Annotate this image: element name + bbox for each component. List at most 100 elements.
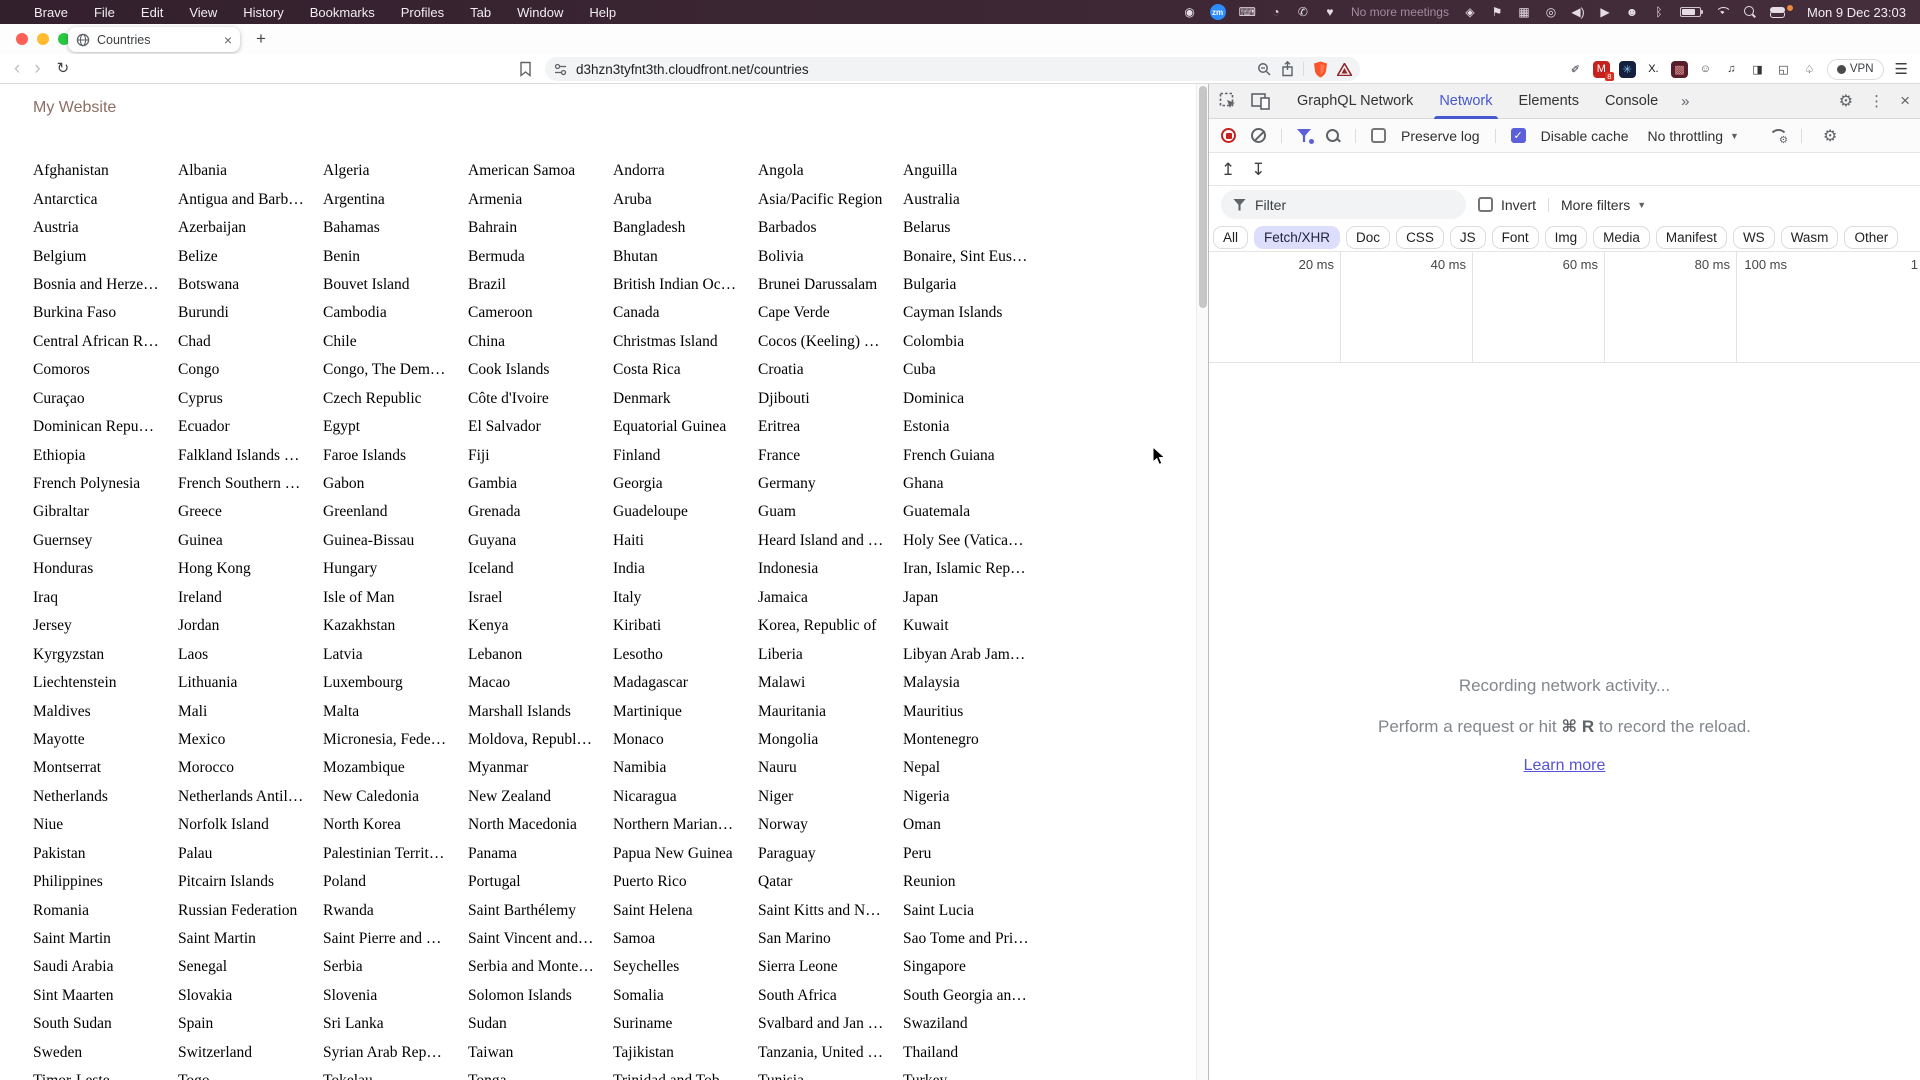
request-type-chip[interactable]: Other xyxy=(1844,225,1899,249)
request-type-chip[interactable]: Media xyxy=(1593,225,1650,249)
close-window-button[interactable] xyxy=(16,33,28,45)
menubar-item[interactable]: Brave xyxy=(34,5,68,20)
page-scrollbar-thumb[interactable] xyxy=(1199,86,1207,308)
menubar-status-icon[interactable]: ᛒ xyxy=(1652,4,1666,20)
import-har-icon[interactable]: ↥ xyxy=(1221,161,1235,178)
menubar-item[interactable]: Help xyxy=(589,5,616,20)
menubar-status-icon[interactable]: ☻ xyxy=(1625,4,1639,20)
extension-icon[interactable]: M 8 xyxy=(1592,60,1614,81)
learn-more-link[interactable]: Learn more xyxy=(1524,757,1606,775)
more-filters-dropdown[interactable]: More filters ▼ xyxy=(1561,197,1646,213)
filter-input[interactable]: Filter xyxy=(1221,190,1466,219)
brave-shield-icon[interactable] xyxy=(1313,61,1328,78)
menubar-item[interactable]: Tab xyxy=(470,5,491,20)
reload-button[interactable]: ↻ xyxy=(57,61,70,76)
devtools-settings-icon[interactable]: ⚙ xyxy=(1839,91,1853,111)
network-settings-icon[interactable]: ⚙ xyxy=(1823,126,1837,146)
request-type-chip[interactable]: Wasm xyxy=(1780,225,1839,249)
devtools-kebab-menu-icon[interactable]: ⋮ xyxy=(1869,92,1884,110)
devtools-tab[interactable]: GraphQL Network xyxy=(1284,84,1426,119)
extension-icon[interactable]: ♫ xyxy=(1723,61,1740,78)
record-network-log-icon[interactable] xyxy=(1221,128,1236,143)
disable-cache-checkbox[interactable]: ✓ xyxy=(1510,128,1526,143)
request-type-chip[interactable]: Img xyxy=(1544,225,1588,249)
extension-icon[interactable]: ✐ xyxy=(1567,61,1584,78)
request-type-chip[interactable]: CSS xyxy=(1396,225,1444,249)
menubar-clock[interactable]: Mon 9 Dec 23:03 xyxy=(1807,5,1906,20)
extension-icon[interactable]: ◨ xyxy=(1749,61,1766,78)
menubar-item[interactable]: File xyxy=(94,5,115,20)
menubar-status-icon[interactable]: ◔ xyxy=(1269,4,1283,20)
filter-icon[interactable] xyxy=(1297,129,1314,144)
export-har-icon[interactable]: ↧ xyxy=(1251,161,1265,178)
minimize-window-button[interactable] xyxy=(37,33,49,45)
network-conditions-icon[interactable] xyxy=(1768,129,1788,146)
menubar-status-icon[interactable]: ▶ xyxy=(1598,4,1612,20)
menubar-status-icon[interactable]: zm xyxy=(1209,4,1226,20)
menubar-item[interactable]: Window xyxy=(517,5,563,20)
menubar-status-icon[interactable]: ▦ xyxy=(1517,4,1531,20)
extension-icon[interactable]: X. xyxy=(1645,61,1662,78)
vpn-button[interactable]: VPN xyxy=(1826,58,1884,80)
devtools-tab[interactable]: Network xyxy=(1426,84,1505,119)
menubar-status-icon[interactable]: ⌨ xyxy=(1239,4,1256,20)
preserve-log-label[interactable]: Preserve log xyxy=(1401,128,1480,144)
request-type-chip[interactable]: Font xyxy=(1491,225,1539,249)
request-type-chip[interactable]: Fetch/XHR xyxy=(1254,225,1341,249)
search-network-icon[interactable] xyxy=(1326,128,1340,143)
menubar-item[interactable]: View xyxy=(189,5,217,20)
menubar-status-icon[interactable]: ◎ xyxy=(1544,4,1558,20)
menubar-status-icon[interactable]: ♥ xyxy=(1323,4,1337,20)
request-type-chip[interactable]: JS xyxy=(1449,225,1486,249)
device-toolbar-icon[interactable] xyxy=(1251,92,1270,110)
extension-icon[interactable]: ♤ xyxy=(1801,61,1818,78)
meeting-status-text[interactable]: No more meetings xyxy=(1351,5,1449,19)
preserve-log-checkbox[interactable] xyxy=(1371,128,1386,143)
inspect-element-icon[interactable] xyxy=(1219,92,1237,110)
new-tab-button[interactable]: + xyxy=(256,29,266,49)
request-type-chip[interactable]: Manifest xyxy=(1655,225,1727,249)
menubar-status-icon[interactable]: ◈ xyxy=(1463,4,1477,20)
url-text[interactable]: d3hzn3tyfnt3th.cloudfront.net/countries xyxy=(576,62,1257,77)
control-center-icon[interactable] xyxy=(1769,6,1785,18)
page-scrollbar[interactable] xyxy=(1196,84,1208,1080)
invert-label[interactable]: Invert xyxy=(1501,197,1536,213)
devtools-tab[interactable]: Elements xyxy=(1506,84,1592,119)
tab-close-icon[interactable]: × xyxy=(224,32,232,48)
invert-filter-checkbox[interactable] xyxy=(1478,197,1493,212)
bookmark-icon[interactable] xyxy=(519,61,532,77)
browser-tab[interactable]: Countries × xyxy=(68,27,240,52)
more-tabs-icon[interactable]: » xyxy=(1671,93,1698,110)
zoom-page-icon[interactable] xyxy=(1257,62,1272,77)
menubar-status-icon[interactable]: ◀) xyxy=(1571,4,1585,20)
site-title-link[interactable]: My Website xyxy=(33,99,116,117)
browser-menu-icon[interactable]: ☰ xyxy=(1895,60,1908,78)
site-info-icon[interactable] xyxy=(553,62,568,77)
request-type-chip[interactable]: WS xyxy=(1732,225,1775,249)
share-icon[interactable] xyxy=(1281,61,1294,77)
forward-button[interactable]: › xyxy=(34,59,40,78)
url-bar[interactable]: d3hzn3tyfnt3th.cloudfront.net/countries xyxy=(545,57,1360,81)
disable-cache-label[interactable]: Disable cache xyxy=(1541,128,1629,144)
wifi-icon[interactable] xyxy=(1715,7,1730,18)
clear-network-log-icon[interactable] xyxy=(1251,128,1266,143)
menubar-item[interactable]: Bookmarks xyxy=(310,5,375,20)
menubar-status-icon[interactable]: ⚑ xyxy=(1490,4,1504,20)
throttling-dropdown[interactable]: No throttling ▼ xyxy=(1648,128,1739,144)
request-type-chip[interactable]: All xyxy=(1213,225,1249,249)
brave-rewards-icon[interactable] xyxy=(1337,62,1352,76)
back-button[interactable]: ‹ xyxy=(14,59,20,78)
menubar-status-icon[interactable]: ✆ xyxy=(1296,4,1310,20)
menubar-status-icon[interactable]: ◉ xyxy=(1183,4,1197,20)
extension-icon[interactable]: ▩ xyxy=(1670,60,1688,78)
devtools-tab[interactable]: Console xyxy=(1592,84,1671,119)
menubar-item[interactable]: Edit xyxy=(141,5,163,20)
spotlight-search-icon[interactable] xyxy=(1743,6,1756,18)
menubar-item[interactable]: Profiles xyxy=(401,5,444,20)
extension-icon[interactable]: ☺ xyxy=(1697,61,1714,78)
battery-icon[interactable] xyxy=(1679,7,1703,17)
request-type-chip[interactable]: Doc xyxy=(1346,225,1391,249)
menubar-item[interactable]: History xyxy=(243,5,283,20)
extension-icon[interactable]: ◱ xyxy=(1775,61,1792,78)
extension-icon[interactable]: ✳ xyxy=(1618,60,1636,78)
